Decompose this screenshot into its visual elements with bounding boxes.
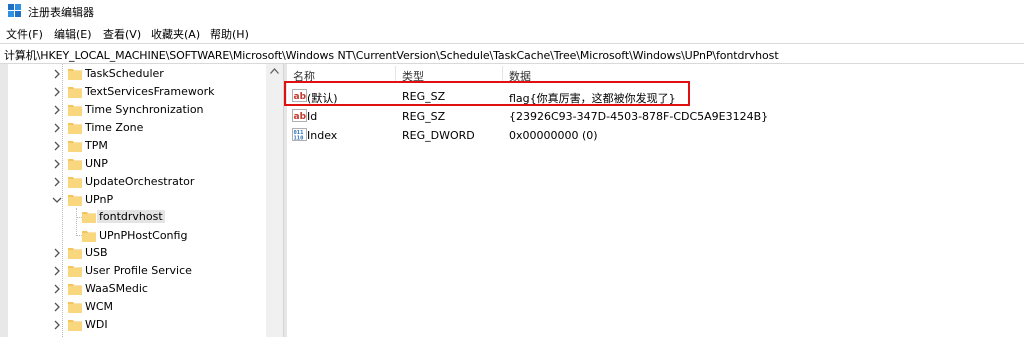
value-type: REG_SZ (402, 110, 446, 123)
chevron-right-icon[interactable] (52, 177, 62, 187)
chevron-right-icon[interactable] (52, 87, 62, 97)
registry-editor-icon (8, 4, 21, 17)
string-value-icon: ab (292, 109, 307, 122)
window-title: 注册表编辑器 (28, 6, 94, 19)
folder-icon (68, 284, 82, 295)
folder-icon (68, 105, 82, 116)
tree-item-label: UPnP (85, 193, 114, 206)
menu-bar: 文件(F) 编辑(E) 查看(V) 收藏夹(A) 帮助(H) (0, 22, 1024, 42)
folder-icon (68, 320, 82, 331)
tree-connector-line (76, 208, 77, 236)
tree-item-label: WaaSMedic (85, 282, 148, 295)
address-path[interactable]: 计算机\HKEY_LOCAL_MACHINE\SOFTWARE\Microsof… (4, 47, 779, 63)
tree-item-label: TaskScheduler (85, 67, 164, 80)
chevron-down-icon[interactable] (52, 195, 62, 205)
tree-item-label: UPnPHostConfig (99, 229, 188, 242)
value-row-index[interactable]: 011 110 Index REG_DWORD 0x00000000 (0) (287, 125, 1024, 145)
tree-item-label: Time Synchronization (85, 103, 204, 116)
value-type: REG_DWORD (402, 129, 475, 142)
folder-icon (68, 266, 82, 277)
tree-item-label: User Profile Service (85, 264, 192, 277)
tree-left-edge (0, 64, 8, 337)
column-separator[interactable] (395, 66, 396, 82)
menu-edit[interactable]: 编辑(E) (54, 26, 92, 42)
tree-item-label: Time Zone (85, 121, 144, 134)
chevron-right-icon[interactable] (52, 320, 62, 330)
svg-text:110: 110 (294, 136, 304, 142)
tree-scrollbar[interactable] (266, 64, 283, 337)
folder-icon (68, 69, 82, 80)
folder-icon (68, 159, 82, 170)
folder-open-icon (68, 195, 82, 206)
folder-icon (68, 302, 82, 313)
value-name: Id (307, 110, 318, 123)
tree-item-label: fontdrvhost (97, 210, 165, 223)
tree-item-label: TPM (85, 139, 108, 152)
binary-value-icon: 011 110 (292, 128, 307, 141)
chevron-right-icon[interactable] (52, 284, 62, 294)
folder-icon (82, 231, 96, 242)
tree-item-label: USB (85, 246, 108, 259)
tree-item-label: WDI (85, 318, 108, 331)
chevron-right-icon[interactable] (52, 302, 62, 312)
folder-icon (68, 177, 82, 188)
highlight-annotation-box (284, 81, 690, 106)
chevron-right-icon[interactable] (52, 248, 62, 258)
chevron-right-icon[interactable] (52, 266, 62, 276)
value-data: {23926C93-347D-4503-878F-CDC5A9E3124B} (509, 110, 769, 123)
tree-item-label: UNP (85, 157, 108, 170)
chevron-up-icon[interactable] (270, 68, 279, 74)
menu-file[interactable]: 文件(F) (6, 26, 43, 42)
address-bar[interactable]: 计算机\HKEY_LOCAL_MACHINE\SOFTWARE\Microsof… (0, 43, 1024, 64)
folder-icon (68, 141, 82, 152)
tree-connector-line (62, 64, 63, 337)
value-name: Index (307, 129, 338, 142)
folder-icon (68, 123, 82, 134)
menu-favorites[interactable]: 收藏夹(A) (151, 26, 200, 42)
value-row-id[interactable]: ab Id REG_SZ {23926C93-347D-4503-878F-CD… (287, 106, 1024, 126)
chevron-right-icon[interactable] (52, 69, 62, 79)
chevron-right-icon[interactable] (52, 159, 62, 169)
tree-item-label: UpdateOrchestrator (85, 175, 195, 188)
folder-icon (68, 248, 82, 259)
menu-view[interactable]: 查看(V) (103, 26, 141, 42)
chevron-right-icon[interactable] (52, 105, 62, 115)
value-data: 0x00000000 (0) (509, 129, 598, 142)
chevron-right-icon[interactable] (52, 141, 62, 151)
title-bar: 注册表编辑器 (0, 0, 1024, 22)
folder-icon (68, 87, 82, 98)
chevron-right-icon[interactable] (52, 123, 62, 133)
menu-help[interactable]: 帮助(H) (210, 26, 249, 42)
column-separator[interactable] (502, 66, 503, 82)
folder-icon (82, 212, 96, 223)
tree-item-label: TextServicesFramework (85, 85, 215, 98)
svg-text:ab: ab (294, 112, 307, 122)
tree-item-label: WCM (85, 300, 114, 313)
